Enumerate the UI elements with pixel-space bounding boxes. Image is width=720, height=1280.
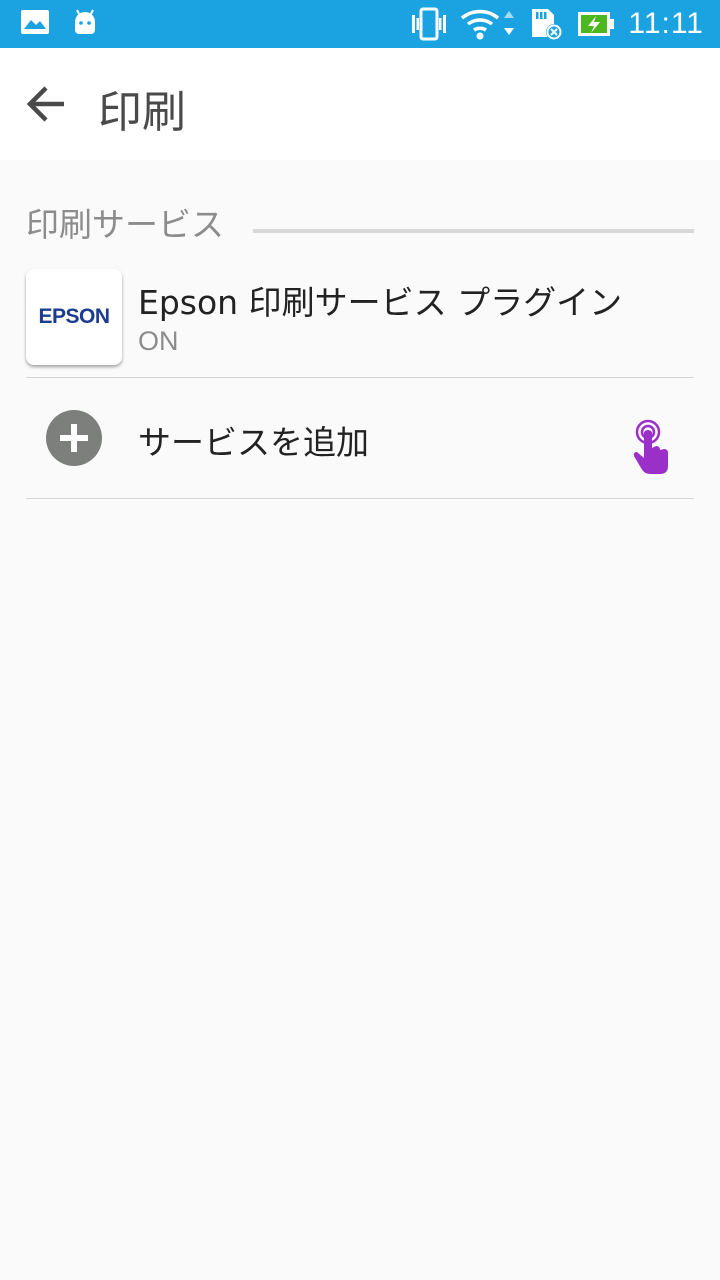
service-item-epson[interactable]: EPSON Epson 印刷サービス プラグイン ON	[0, 260, 720, 378]
section-header: 印刷サービス	[26, 205, 224, 244]
service-title: Epson 印刷サービス プラグイン	[138, 283, 623, 322]
android-icon	[72, 8, 98, 36]
add-service-button[interactable]: サービスを追加	[0, 378, 720, 498]
vibrate-icon	[410, 7, 448, 41]
pointer-hand-icon	[626, 418, 676, 478]
add-service-label: サービスを追加	[138, 423, 369, 462]
page-title: 印刷	[98, 87, 186, 138]
epson-logo-text: EPSON	[38, 305, 110, 328]
status-bar: 11:11	[0, 0, 720, 48]
arrow-back-icon[interactable]	[20, 78, 72, 130]
battery-charging-icon	[576, 10, 616, 38]
wifi-icon	[460, 7, 516, 41]
list-divider	[26, 498, 694, 499]
sd-card-icon	[528, 7, 564, 41]
app-bar: 印刷	[0, 48, 720, 160]
status-time: 11:11	[628, 7, 704, 40]
epson-app-icon: EPSON	[26, 269, 122, 365]
section-divider	[253, 229, 694, 233]
gallery-icon	[20, 9, 50, 35]
service-status: ON	[138, 326, 179, 356]
add-circle-icon	[46, 410, 102, 466]
